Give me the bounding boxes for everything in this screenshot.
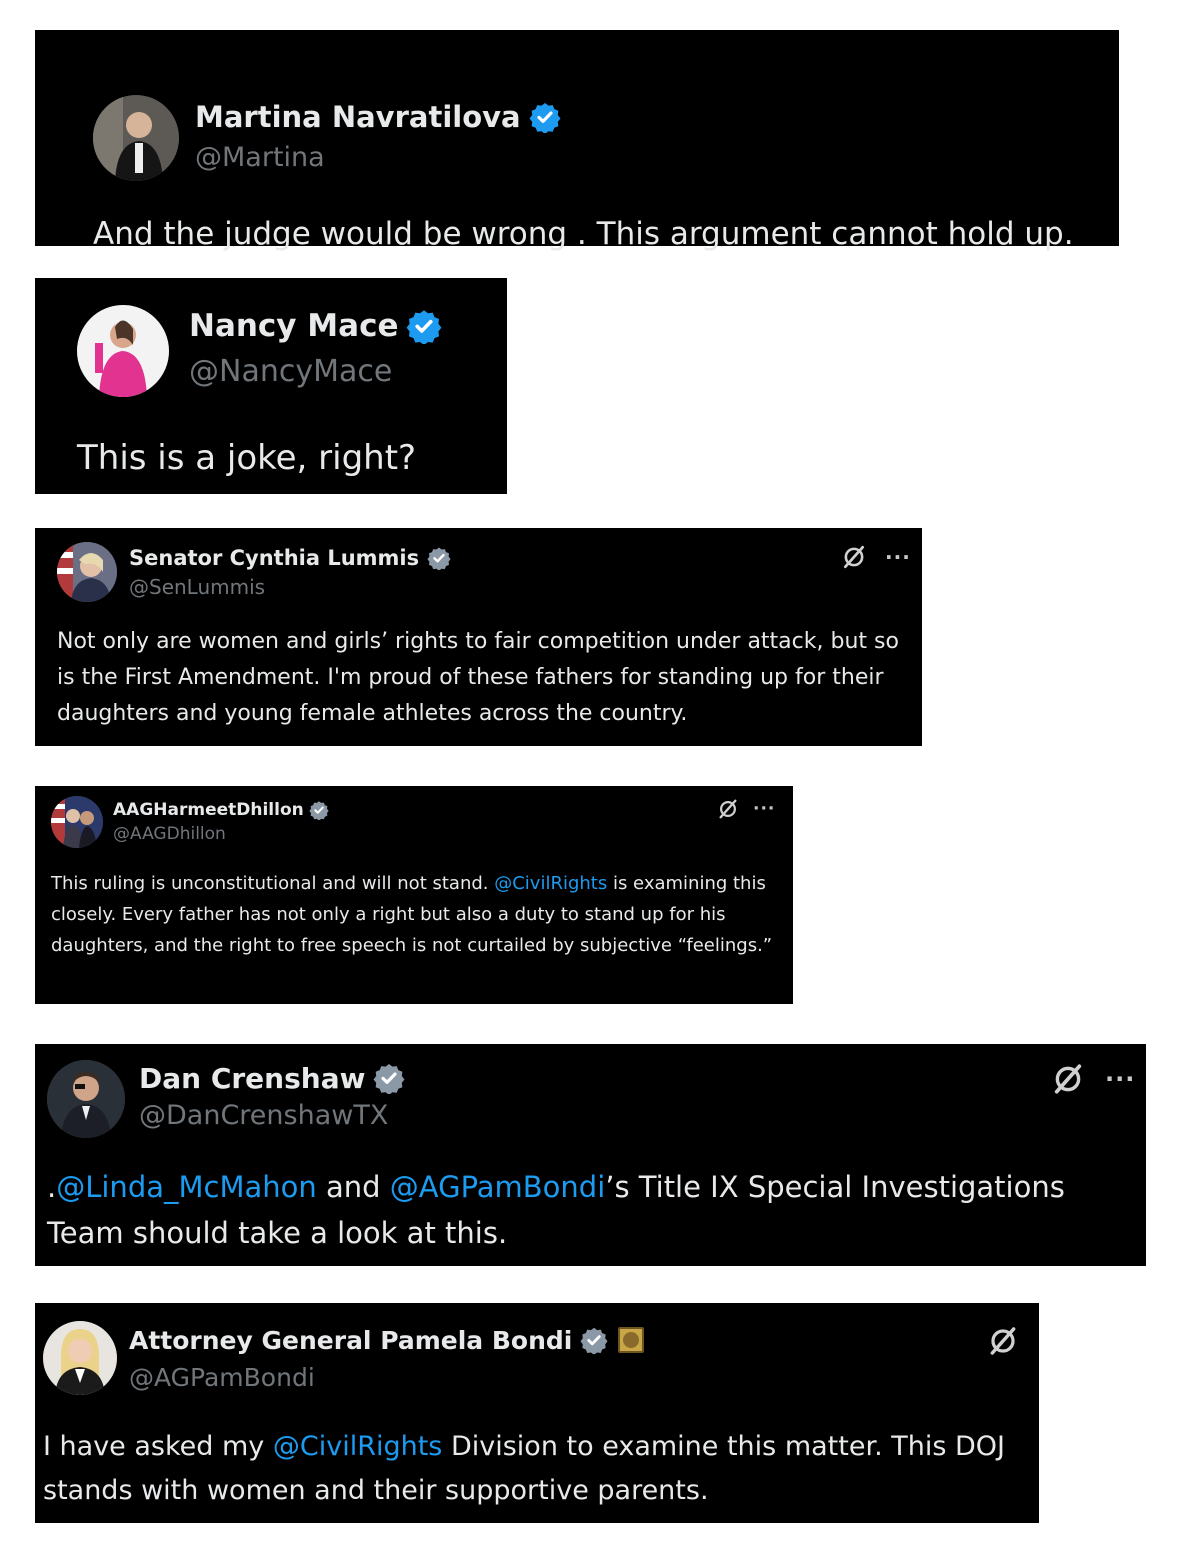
display-name[interactable]: Nancy Mace (189, 306, 442, 346)
display-name-text: Attorney General Pamela Bondi (129, 1325, 573, 1355)
tweet-actions: ··· (1051, 1062, 1135, 1096)
tweet-text-segment: And the judge would be wrong . This argu… (93, 216, 1074, 252)
display-name[interactable]: Attorney General Pamela Bondi (129, 1323, 645, 1357)
tweet-text-segment: I have asked my (43, 1431, 273, 1462)
tweet-card-aagdhillon: AAGHarmeetDhillon @AAGDhillon ··· This r… (35, 786, 793, 1004)
user-handle[interactable]: @Martina (195, 142, 325, 173)
display-name[interactable]: Martina Navratilova (195, 98, 561, 136)
tweet-text: This is a joke, right? (77, 436, 497, 480)
display-name-text: AAGHarmeetDhillon (113, 800, 304, 820)
mention-link[interactable]: @CivilRights (273, 1431, 443, 1462)
mention-link[interactable]: @Linda_McMahon (56, 1170, 317, 1204)
grok-icon[interactable] (717, 798, 739, 820)
verified-badge-icon (529, 103, 561, 133)
more-options-icon[interactable]: ··· (753, 799, 775, 819)
verified-badge-icon (374, 1064, 405, 1094)
grok-icon[interactable] (1051, 1062, 1085, 1096)
display-name[interactable]: Senator Cynthia Lummis (129, 544, 451, 572)
avatar-photo (93, 95, 179, 181)
display-name-text: Martina Navratilova (195, 100, 521, 134)
display-name[interactable]: Dan Crenshaw (139, 1060, 405, 1096)
more-options-icon[interactable]: ··· (885, 545, 911, 569)
user-handle[interactable]: @AGPamBondi (129, 1363, 315, 1392)
verified-badge-icon (427, 547, 451, 570)
tweet-card-dancrenshaw: Dan Crenshaw @DanCrenshawTX ··· .@Linda_… (35, 1044, 1146, 1266)
tweet-text-segment: This is a joke, right? (77, 438, 417, 478)
tweet-text: And the judge would be wrong . This argu… (93, 214, 1133, 254)
tweet-text: This ruling is unconstitutional and will… (51, 868, 779, 961)
verified-badge-icon (407, 310, 442, 344)
verified-badge-icon (580, 1327, 608, 1354)
more-options-icon[interactable]: ··· (1105, 1065, 1135, 1093)
user-handle[interactable]: @DanCrenshawTX (139, 1100, 388, 1131)
avatar[interactable] (47, 1060, 125, 1138)
display-name-text: Nancy Mace (189, 308, 399, 344)
tweet-text-segment: and (316, 1170, 390, 1204)
avatar[interactable] (93, 95, 179, 181)
tweet-actions (987, 1325, 1019, 1357)
verified-badge-icon (309, 801, 329, 820)
display-name-text: Dan Crenshaw (139, 1061, 366, 1095)
display-name[interactable]: AAGHarmeetDhillon (113, 798, 329, 822)
avatar-photo (47, 1060, 125, 1138)
tweet-card-agpambondi: Attorney General Pamela Bondi @AGPamBond… (35, 1303, 1039, 1523)
tweet-card-nancy-mace: Nancy Mace @NancyMace This is a joke, ri… (35, 278, 507, 494)
avatar-photo (43, 1321, 117, 1395)
avatar[interactable] (57, 542, 117, 602)
tweet-text: Not only are women and girls’ rights to … (57, 624, 907, 732)
avatar-photo (57, 542, 117, 602)
tweet-text: .@Linda_McMahon and @AGPamBondi’s Title … (47, 1164, 1127, 1256)
avatar[interactable] (77, 305, 169, 397)
tweet-text-segment: Not only are women and girls’ rights to … (57, 629, 899, 726)
user-handle[interactable]: @SenLummis (129, 575, 265, 599)
doj-seal-icon (618, 1327, 645, 1353)
user-handle[interactable]: @AAGDhillon (113, 824, 226, 844)
display-name-text: Senator Cynthia Lummis (129, 546, 420, 570)
grok-icon[interactable] (841, 544, 867, 570)
mention-link[interactable]: @CivilRights (494, 873, 607, 894)
user-handle[interactable]: @NancyMace (189, 354, 392, 389)
avatar-photo (51, 796, 103, 848)
tweet-actions: ··· (841, 544, 911, 570)
grok-icon[interactable] (987, 1325, 1019, 1357)
avatar[interactable] (43, 1321, 117, 1395)
tweet-text-segment: . (47, 1170, 57, 1204)
mention-link[interactable]: @AGPamBondi (390, 1170, 606, 1204)
tweet-text: I have asked my @CivilRights Division to… (43, 1425, 1033, 1513)
tweet-actions: ··· (717, 798, 775, 820)
tweet-text-segment: This ruling is unconstitutional and will… (51, 873, 495, 894)
tweet-card-martina: Martina Navratilova @Martina And the jud… (35, 30, 1119, 252)
avatar[interactable] (51, 796, 103, 848)
tweet-card-senlummis: Senator Cynthia Lummis @SenLummis ··· No… (35, 528, 922, 746)
avatar-photo (77, 305, 169, 397)
